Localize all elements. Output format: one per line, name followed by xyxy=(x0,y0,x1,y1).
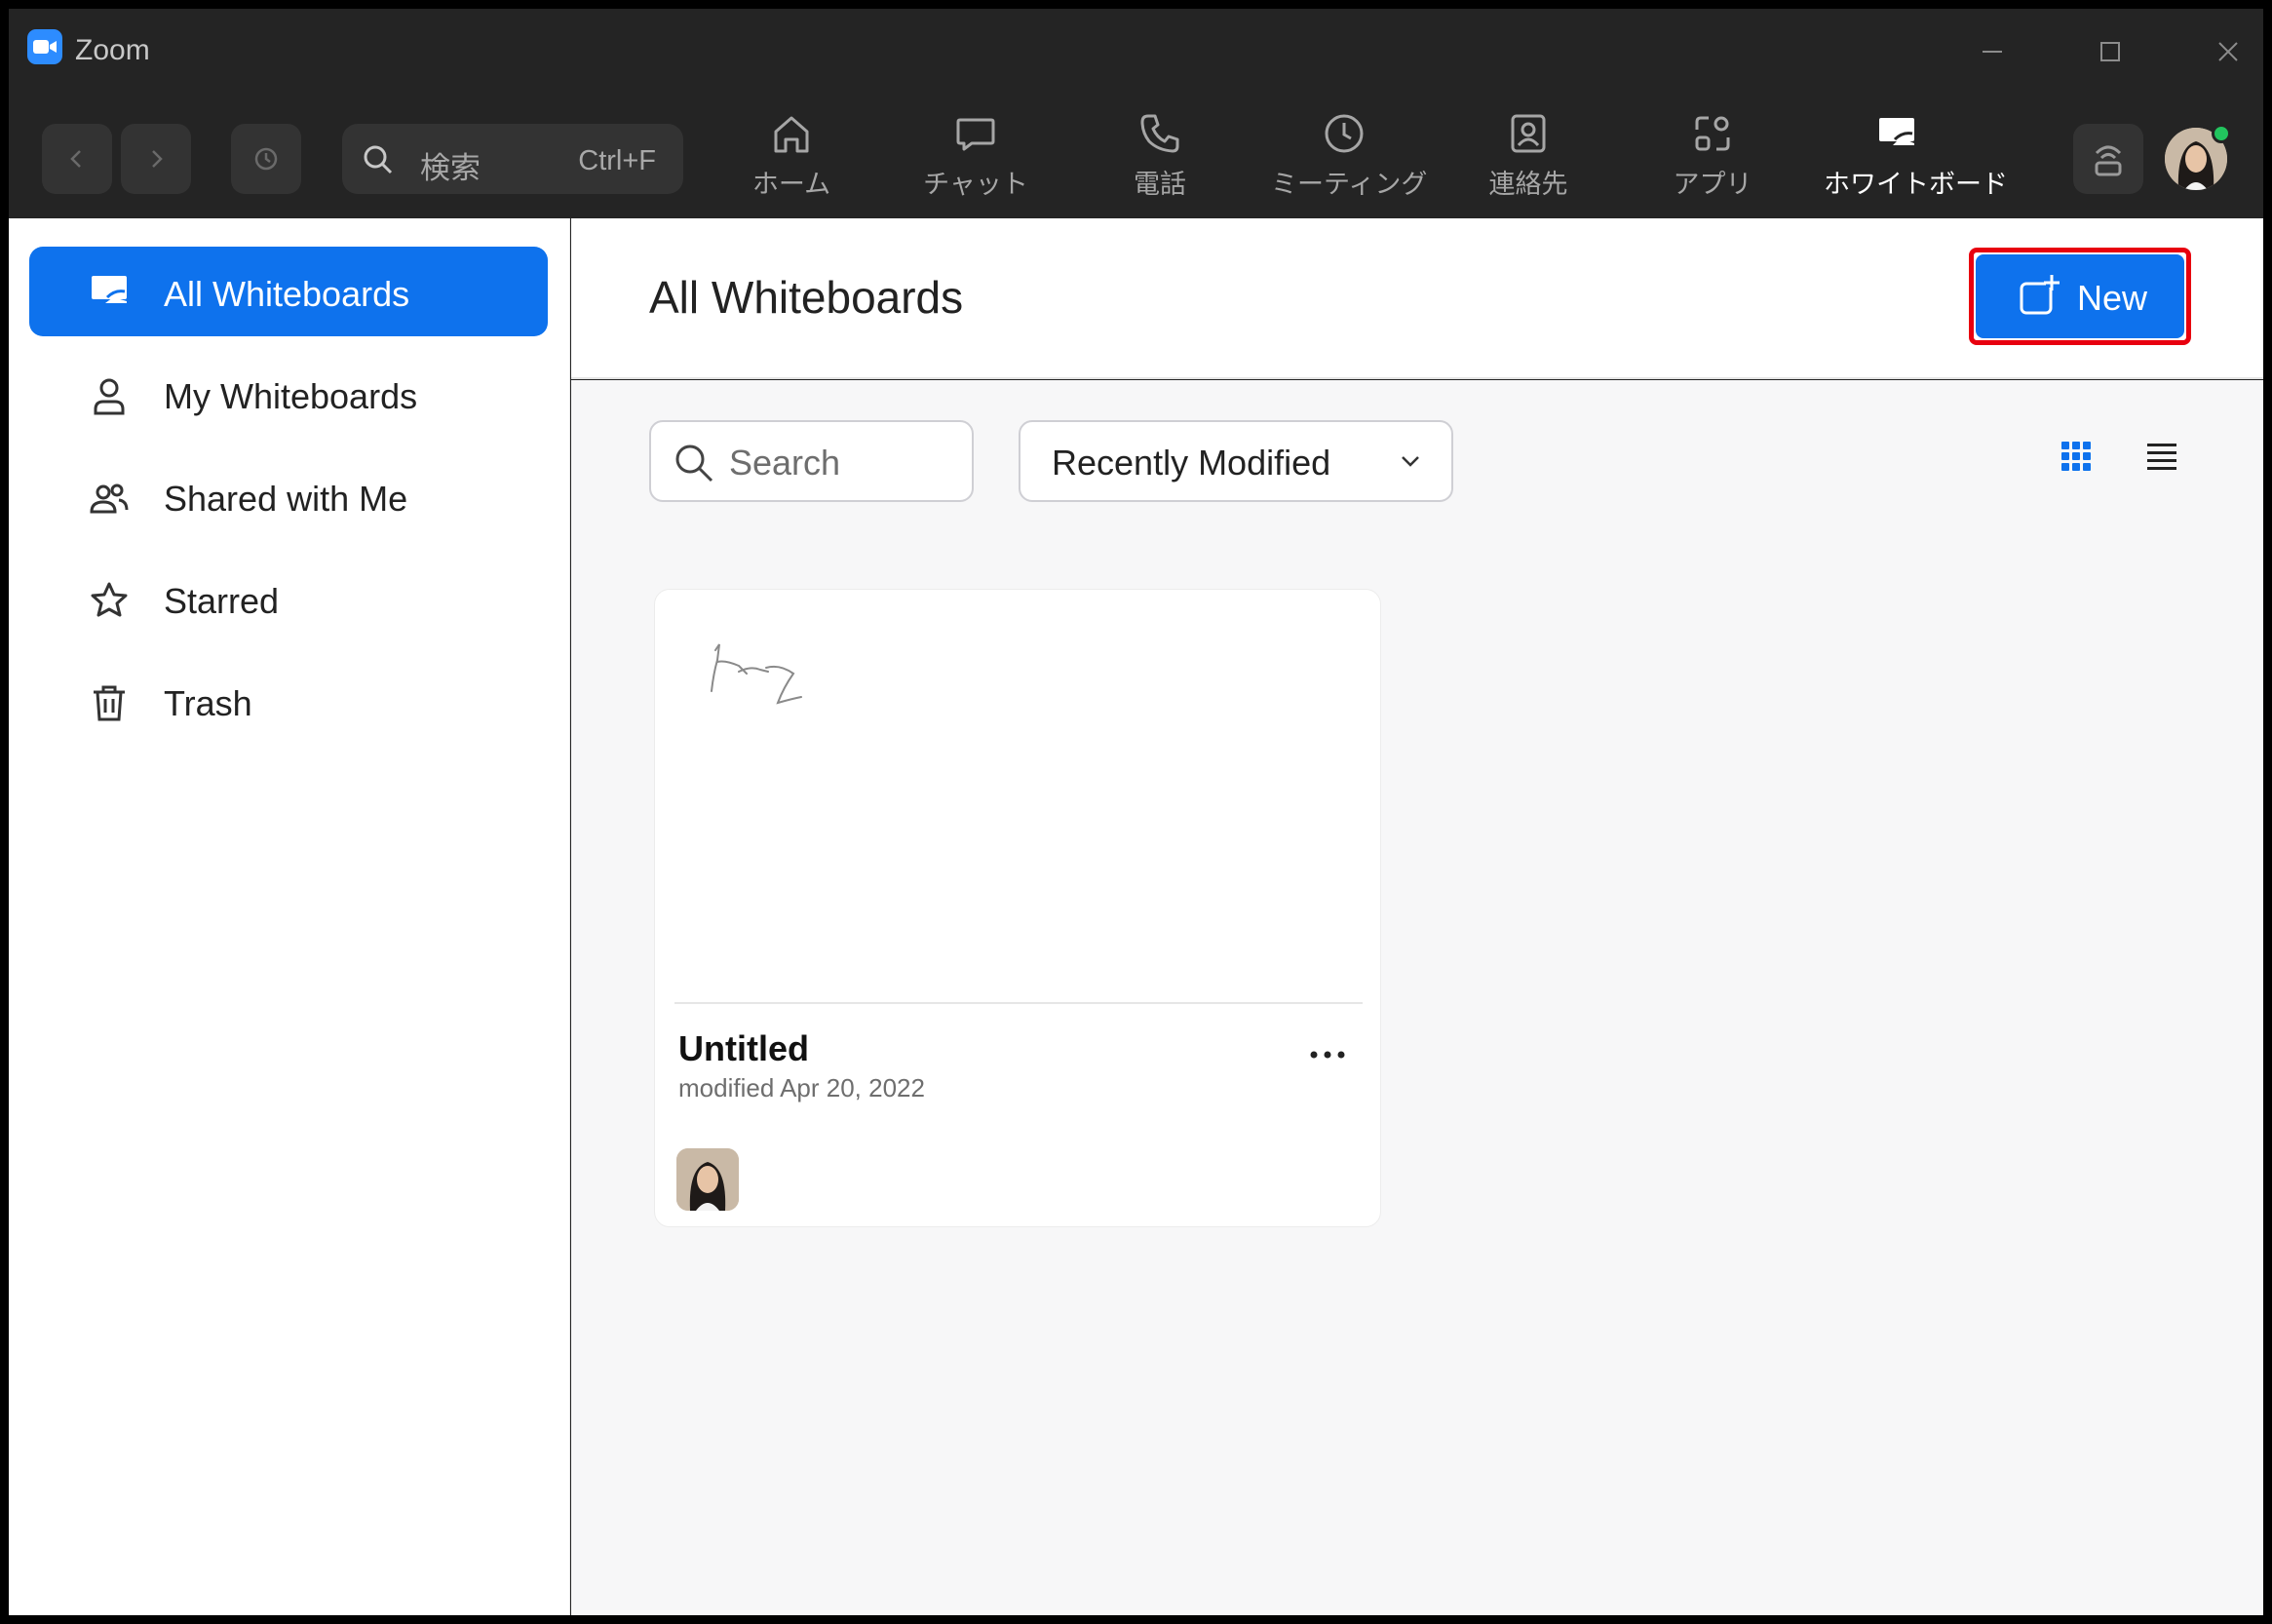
apps-icon xyxy=(1695,116,1730,151)
tab-contacts[interactable]: 連絡先 xyxy=(1455,110,1601,208)
home-icon xyxy=(774,116,809,153)
whiteboard-search-placeholder: Search xyxy=(729,443,841,483)
whiteboard-title[interactable]: Untitled xyxy=(678,1028,809,1069)
clock-icon xyxy=(1325,114,1364,153)
sidebar-item-shared-with-me[interactable]: Shared with Me xyxy=(29,451,548,541)
sort-dropdown[interactable]: Recently Modified xyxy=(1019,420,1453,502)
person-icon xyxy=(94,378,125,415)
tab-phone-label: 電話 xyxy=(1134,170,1186,199)
new-whiteboard-button[interactable]: New xyxy=(1976,254,2184,338)
main-toolbar: 検索 Ctrl+F ホーム チャット 電話 ミーティング 連絡先 アプリ ホワイ… xyxy=(9,95,2263,218)
sidebar-item-starred[interactable]: Starred xyxy=(29,554,548,643)
tab-home[interactable]: ホーム xyxy=(718,110,865,208)
zoom-window: Zoom 検索 Ctrl+F ホーム チャット 電話 ミーティング 連絡先 アプ… xyxy=(9,9,2263,1615)
whiteboard-thumbnail[interactable] xyxy=(674,609,1363,1004)
maximize-button[interactable] xyxy=(2076,22,2144,81)
global-search-input[interactable]: 検索 Ctrl+F xyxy=(342,124,683,194)
main-header: All Whiteboards New xyxy=(571,218,2263,379)
star-icon xyxy=(91,582,128,617)
zoom-logo-icon xyxy=(27,29,62,64)
sidebar-item-label: All Whiteboards xyxy=(164,274,410,314)
title-bar: Zoom xyxy=(9,9,2263,95)
broadcast-icon xyxy=(2095,145,2122,176)
tab-apps[interactable]: アプリ xyxy=(1639,110,1786,208)
sidebar-item-label: Starred xyxy=(164,581,280,621)
forward-button[interactable] xyxy=(121,124,191,194)
chevron-down-icon xyxy=(1402,456,1419,467)
more-horizontal-icon xyxy=(1310,1051,1345,1059)
tab-chat[interactable]: チャット xyxy=(903,110,1049,208)
add-whiteboard-icon xyxy=(2020,275,2060,315)
more-options-button[interactable] xyxy=(1298,1030,1357,1079)
whiteboard-card[interactable]: Untitled modified Apr 20, 2022 xyxy=(654,589,1381,1227)
grid-icon xyxy=(2061,442,2091,471)
tab-apps-label: アプリ xyxy=(1673,170,1752,199)
sidebar-item-my-whiteboards[interactable]: My Whiteboards xyxy=(29,349,548,439)
sidebar-item-label: Shared with Me xyxy=(164,479,408,519)
people-icon xyxy=(90,483,129,514)
tab-meetings[interactable]: ミーティング xyxy=(1271,110,1428,208)
tab-contacts-label: 連絡先 xyxy=(1488,170,1568,199)
trash-icon xyxy=(94,685,125,721)
online-status-badge xyxy=(2212,124,2231,143)
global-search-placeholder: 検索 xyxy=(420,151,481,185)
history-button[interactable] xyxy=(231,124,301,194)
new-button-label: New xyxy=(2077,278,2148,318)
app-title: Zoom xyxy=(75,34,150,66)
avatar-photo-icon xyxy=(676,1148,739,1211)
tab-phone[interactable]: 電話 xyxy=(1087,110,1233,208)
sidebar: All Whiteboards My Whiteboards Shared wi… xyxy=(9,218,570,1615)
chat-icon xyxy=(956,118,995,151)
whiteboard-icon xyxy=(1879,118,1914,145)
page-title: All Whiteboards xyxy=(649,272,964,323)
sidebar-item-all-whiteboards[interactable]: All Whiteboards xyxy=(29,247,548,336)
close-button[interactable] xyxy=(2194,22,2262,81)
tab-home-label: ホーム xyxy=(751,170,831,199)
tab-chat-label: チャット xyxy=(923,170,1028,199)
search-icon xyxy=(675,445,713,483)
minimize-button[interactable] xyxy=(1958,22,2026,81)
connect-device-button[interactable] xyxy=(2073,124,2143,194)
sidebar-item-label: Trash xyxy=(164,683,252,723)
search-icon xyxy=(364,145,393,174)
back-button[interactable] xyxy=(42,124,112,194)
whiteboard-modified-date: modified Apr 20, 2022 xyxy=(678,1073,925,1102)
whiteboard-icon xyxy=(92,276,127,303)
whiteboard-search-input[interactable]: Search xyxy=(649,420,974,502)
sketch-thumbnail-icon xyxy=(711,643,802,705)
tab-whiteboards[interactable]: ホワイトボード xyxy=(1824,110,2008,208)
sidebar-item-trash[interactable]: Trash xyxy=(29,656,548,746)
tab-whiteboards-label: ホワイトボード xyxy=(1824,170,2008,199)
whiteboards-content: Search Recently Modified Untitled modifi… xyxy=(571,380,2263,1615)
contacts-icon xyxy=(1511,114,1546,153)
sort-selected-value: Recently Modified xyxy=(1052,443,1331,483)
sidebar-item-label: My Whiteboards xyxy=(164,376,418,416)
tab-meetings-label: ミーティング xyxy=(1271,170,1428,199)
list-icon xyxy=(2147,444,2176,470)
owner-avatar xyxy=(676,1148,739,1211)
grid-view-button[interactable] xyxy=(2047,427,2105,485)
search-shortcut: Ctrl+F xyxy=(578,145,656,176)
phone-icon xyxy=(1140,114,1179,153)
list-view-button[interactable] xyxy=(2133,427,2191,485)
